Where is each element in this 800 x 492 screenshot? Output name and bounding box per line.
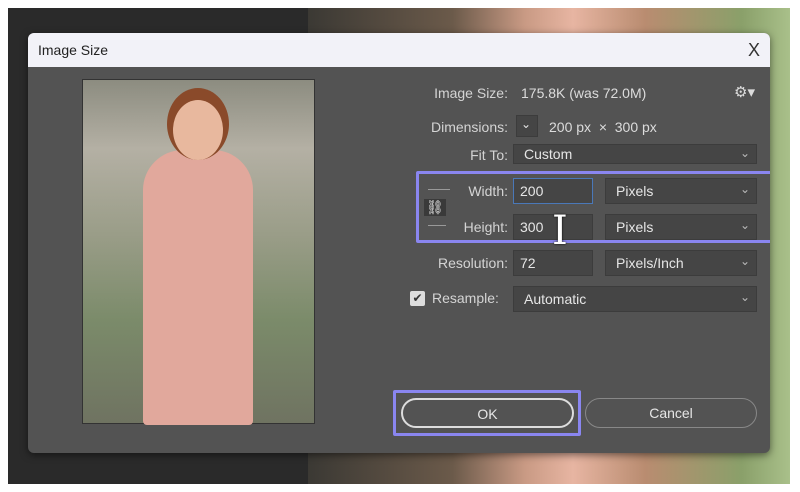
- image-size-dialog: Image Size X Image Size: 175.8K (was 72.…: [28, 33, 770, 453]
- resample-label: Resample:: [432, 290, 499, 306]
- resample-select[interactable]: Automatic ⌄: [513, 286, 757, 312]
- dialog-title: Image Size: [38, 42, 109, 58]
- chevron-down-icon: ⌄: [739, 218, 750, 232]
- resample-checkbox[interactable]: ✔: [410, 291, 425, 306]
- title-bar: Image Size X: [28, 33, 770, 67]
- fit-to-label: Fit To:: [470, 147, 508, 163]
- ok-button[interactable]: OK: [401, 398, 574, 428]
- chevron-down-icon: ⌄: [739, 146, 750, 160]
- close-icon[interactable]: X: [748, 40, 760, 61]
- dimensions-dropdown-icon[interactable]: ⌄: [516, 115, 538, 137]
- image-preview[interactable]: [82, 79, 315, 425]
- chevron-down-icon: ⌄: [739, 182, 750, 196]
- preview-head: [173, 100, 223, 160]
- dimensions-value: 200 px × 300 px: [549, 119, 657, 135]
- height-unit-value: Pixels: [616, 219, 654, 235]
- preview-figure: [143, 150, 253, 425]
- width-unit-value: Pixels: [616, 183, 654, 199]
- chain-link-icon[interactable]: ⛓: [424, 199, 446, 216]
- image-size-value: 175.8K (was 72.0M): [521, 85, 647, 101]
- resolution-unit-select[interactable]: Pixels/Inch ⌄: [605, 250, 757, 276]
- chevron-down-icon: ⌄: [739, 254, 750, 268]
- text-cursor-icon: I: [552, 208, 568, 254]
- chevron-down-icon: ⌄: [739, 290, 750, 304]
- width-label: Width:: [468, 183, 508, 199]
- image-size-label: Image Size:: [434, 85, 508, 101]
- width-unit-select[interactable]: Pixels ⌄: [605, 178, 757, 204]
- height-label: Height:: [463, 219, 508, 235]
- height-unit-select[interactable]: Pixels ⌄: [605, 214, 757, 240]
- fit-to-value: Custom: [524, 146, 573, 162]
- resolution-label: Resolution:: [437, 255, 508, 271]
- resample-value: Automatic: [524, 291, 587, 307]
- width-input[interactable]: 200: [513, 178, 593, 204]
- dimensions-label: Dimensions:: [430, 119, 508, 135]
- gear-icon[interactable]: ⚙▾: [734, 83, 755, 101]
- resolution-unit-value: Pixels/Inch: [616, 255, 684, 271]
- fit-to-select[interactable]: Custom ⌄: [513, 144, 757, 164]
- resolution-input[interactable]: 72: [513, 250, 593, 276]
- cancel-button[interactable]: Cancel: [585, 398, 757, 428]
